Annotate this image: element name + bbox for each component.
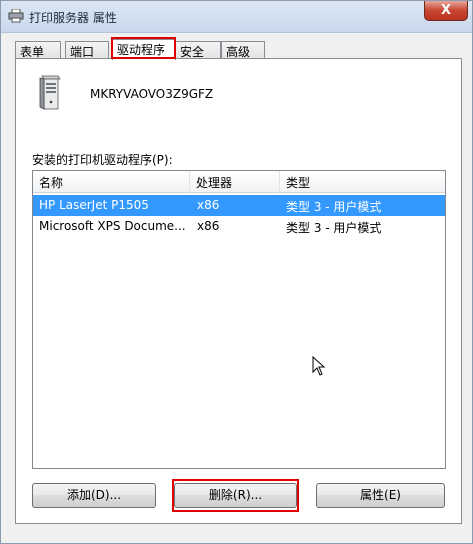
tab-security[interactable]: 安全 [175, 41, 221, 59]
list-item[interactable]: HP LaserJet P1505 x86 类型 3 - 用户模式 [33, 195, 445, 216]
close-icon: X [440, 3, 452, 18]
mouse-pointer-icon [312, 356, 326, 376]
tab-ports[interactable]: 端口 [65, 41, 109, 59]
driver-type: 类型 3 - 用户模式 [286, 200, 382, 214]
driver-properties-button[interactable]: 属性(E) [316, 483, 445, 508]
column-header-name[interactable]: 名称 [33, 171, 190, 193]
drivers-tab-panel: MKRYVAOVO3Z9GFZ 安装的打印机驱动程序(P): 名称 处理器 类型… [15, 58, 462, 524]
printer-icon [8, 9, 24, 23]
tab-advanced[interactable]: 高级 [221, 41, 265, 59]
list-header: 名称 处理器 类型 [33, 171, 445, 193]
driver-processor: x86 [197, 198, 220, 212]
driver-name: HP LaserJet P1505 [39, 198, 149, 212]
driver-name: Microsoft XPS Docume... [39, 219, 186, 233]
drivers-list-label: 安装的打印机驱动程序(P): [32, 153, 173, 167]
column-header-processor[interactable]: 处理器 [190, 171, 280, 193]
tab-drivers[interactable]: 驱动程序 [112, 39, 176, 60]
column-header-type[interactable]: 类型 [280, 171, 445, 193]
computer-tower-icon [39, 75, 61, 110]
close-button[interactable]: X [424, 1, 468, 21]
list-item[interactable]: Microsoft XPS Docume... x86 类型 3 - 用户模式 [33, 216, 445, 237]
window-title: 打印服务器 属性 [29, 11, 117, 25]
print-server-properties-window: 打印服务器 属性 X 表单 端口 驱动程序 安全 高级 MKRYVAOVO3Z9… [0, 0, 473, 544]
title-bar: 打印服务器 属性 X [1, 1, 472, 33]
tab-forms[interactable]: 表单 [15, 41, 61, 59]
driver-processor: x86 [197, 219, 220, 233]
driver-type: 类型 3 - 用户模式 [286, 221, 382, 235]
add-driver-button[interactable]: 添加(D)... [32, 483, 156, 508]
remove-driver-button[interactable]: 删除(R)... [174, 483, 297, 508]
server-name: MKRYVAOVO3Z9GFZ [90, 87, 214, 101]
drivers-list[interactable]: 名称 处理器 类型 HP LaserJet P1505 x86 类型 3 - 用… [32, 170, 446, 469]
